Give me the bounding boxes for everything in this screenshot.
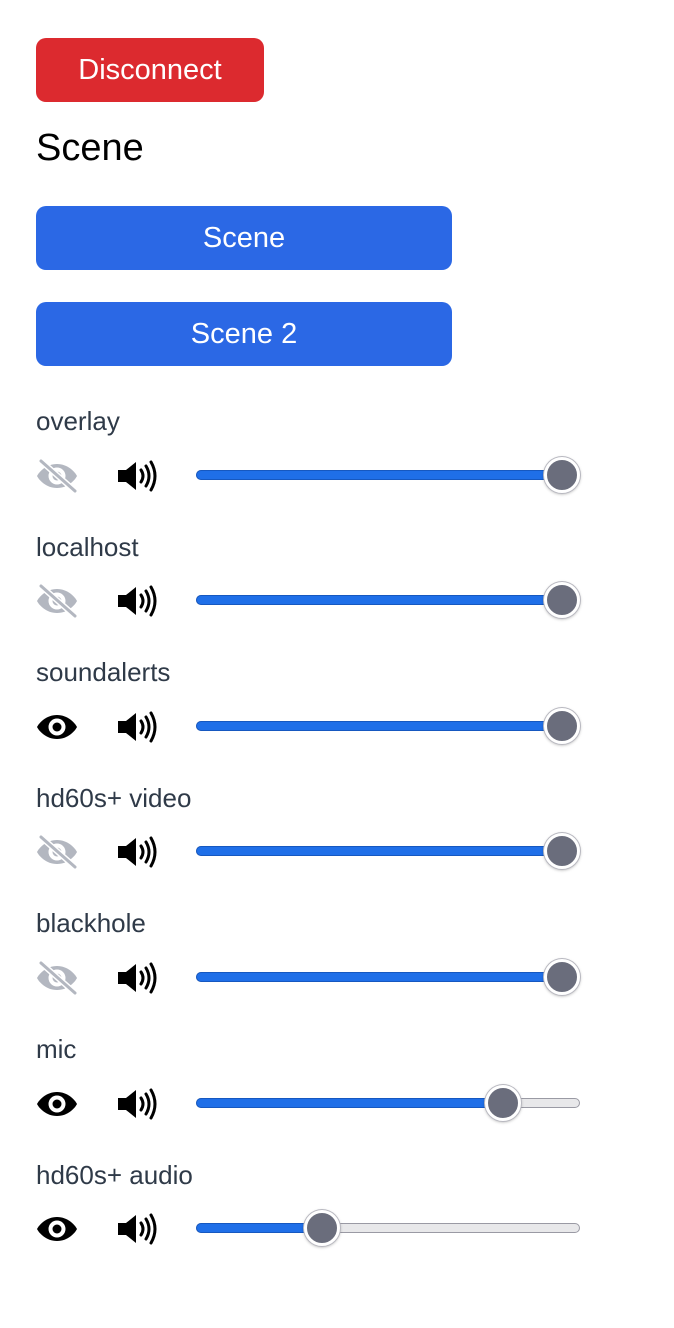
slider-thumb[interactable] xyxy=(303,1210,340,1246)
volume-slider-blackhole[interactable] xyxy=(196,958,580,998)
scene-2-button[interactable]: Scene 2 xyxy=(36,302,452,366)
eye-icon[interactable] xyxy=(35,709,79,745)
slider-fill xyxy=(196,1098,503,1108)
scene-button[interactable]: Scene xyxy=(36,206,452,270)
slider-thumb[interactable] xyxy=(544,582,580,618)
source-label-soundalerts: soundalerts xyxy=(36,657,171,687)
slider-thumb[interactable] xyxy=(544,708,580,744)
slider-fill xyxy=(196,1223,322,1233)
eye-icon[interactable] xyxy=(35,1086,79,1122)
eye-icon[interactable] xyxy=(35,1211,79,1247)
volume-slider-mic[interactable] xyxy=(196,1084,580,1124)
volume-high-icon[interactable] xyxy=(116,834,160,870)
slider-thumb[interactable] xyxy=(544,959,580,995)
eye-slash-icon[interactable] xyxy=(35,960,79,996)
volume-slider-overlay[interactable] xyxy=(196,456,580,496)
volume-high-icon[interactable] xyxy=(116,583,160,619)
slider-fill xyxy=(196,595,562,605)
source-label-hd60s-video: hd60s+ video xyxy=(36,783,192,813)
scenes-heading: Scene xyxy=(36,127,144,169)
slider-thumb[interactable] xyxy=(484,1085,521,1121)
slider-fill xyxy=(196,721,562,731)
source-label-hd60s-audio: hd60s+ audio xyxy=(36,1160,193,1190)
slider-fill xyxy=(196,846,562,856)
slider-fill xyxy=(196,972,562,982)
volume-high-icon[interactable] xyxy=(116,1211,160,1247)
volume-high-icon[interactable] xyxy=(116,709,160,745)
volume-high-icon[interactable] xyxy=(116,1086,160,1122)
volume-slider-hd60s-video[interactable] xyxy=(196,832,580,872)
eye-slash-icon[interactable] xyxy=(35,458,79,494)
eye-slash-icon[interactable] xyxy=(35,834,79,870)
volume-slider-hd60s-audio[interactable] xyxy=(196,1209,580,1249)
eye-slash-icon[interactable] xyxy=(35,583,79,619)
volume-slider-localhost[interactable] xyxy=(196,581,580,621)
source-label-overlay: overlay xyxy=(36,406,120,436)
slider-thumb[interactable] xyxy=(544,457,580,493)
volume-high-icon[interactable] xyxy=(116,458,160,494)
disconnect-button[interactable]: Disconnect xyxy=(36,38,264,102)
source-label-localhost: localhost xyxy=(36,532,139,562)
slider-fill xyxy=(196,470,562,480)
source-label-mic: mic xyxy=(36,1034,77,1064)
volume-high-icon[interactable] xyxy=(116,960,160,996)
slider-thumb[interactable] xyxy=(544,833,580,869)
source-label-blackhole: blackhole xyxy=(36,908,146,938)
volume-slider-soundalerts[interactable] xyxy=(196,707,580,747)
